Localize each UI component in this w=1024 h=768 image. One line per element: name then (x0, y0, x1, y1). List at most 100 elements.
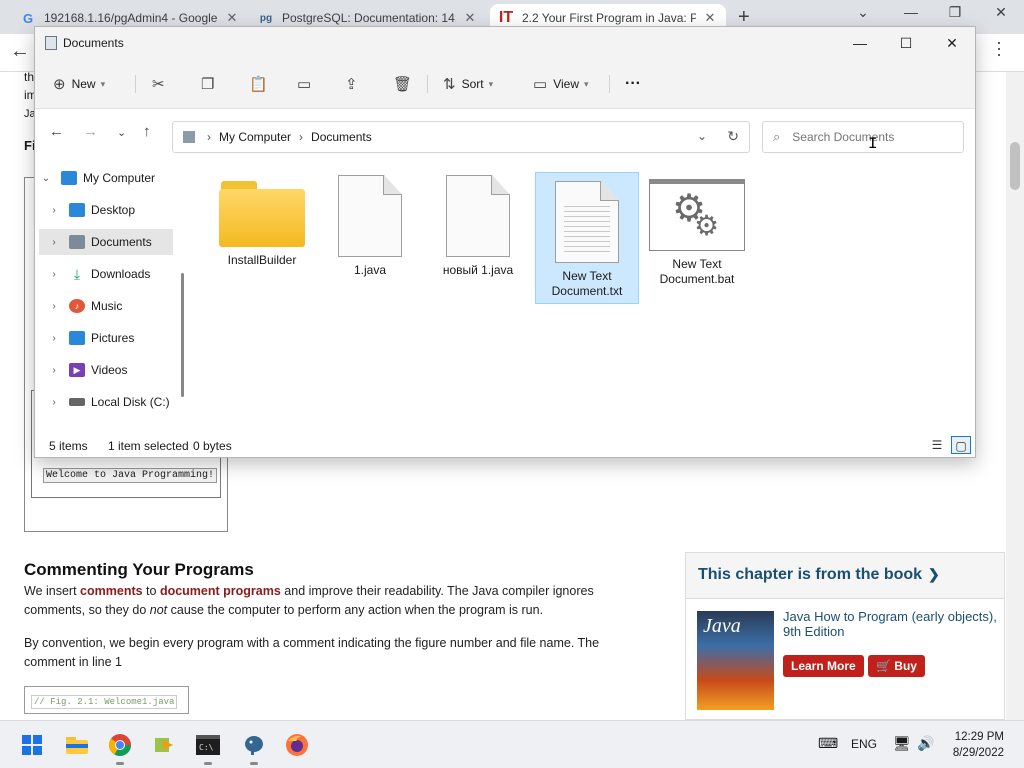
browser-minimize-icon[interactable]: — (896, 4, 926, 20)
minimize-button[interactable]: — (837, 31, 883, 55)
rename-icon: ▭ (297, 76, 312, 93)
maximize-button[interactable]: ☐ (883, 31, 929, 55)
toolbar-divider (609, 75, 610, 93)
breadcrumb-documents[interactable]: Documents (311, 130, 372, 144)
chevron-right-icon[interactable]: › (47, 237, 61, 248)
firefox-icon[interactable] (283, 731, 311, 759)
file-item-new-text-document-bat[interactable]: ⚙ ⚙ New Text Document.bat (645, 167, 749, 297)
book-title-link[interactable]: Java How to Program (early objects), 9th… (783, 609, 998, 639)
file-name: 1.java (353, 263, 387, 277)
close-tab-icon[interactable]: ✕ (224, 10, 240, 26)
search-box[interactable]: ⌕ (762, 121, 964, 153)
svg-text:C:\: C:\ (199, 743, 214, 752)
tree-item-desktop[interactable]: › Desktop (47, 197, 187, 223)
details-view-icon[interactable]: ☰ (927, 436, 947, 454)
network-icon[interactable]: 🖥 (893, 735, 911, 752)
text-run: to (142, 584, 160, 598)
text-emphasis: not (149, 603, 168, 617)
chevron-right-icon[interactable]: › (47, 397, 61, 408)
system-clock[interactable]: 12:29 PM 8/29/2022 (953, 729, 1004, 761)
tree-item-my-computer[interactable]: ⌄ My Computer (39, 165, 179, 191)
address-bar[interactable]: › My Computer › Documents ⌄ ↻ (172, 121, 750, 153)
document-icon (338, 175, 402, 257)
paste-button[interactable]: 📋 (249, 73, 274, 95)
tree-item-label: Desktop (91, 203, 136, 217)
chevron-right-icon[interactable]: › (47, 301, 61, 312)
tree-item-downloads[interactable]: › ⤓ Downloads (47, 261, 187, 287)
delete-button[interactable]: 🗑 (393, 73, 418, 95)
text-run: We insert (24, 584, 81, 598)
language-indicator[interactable]: ENG (851, 737, 877, 751)
learn-more-button[interactable]: Learn More (783, 655, 864, 677)
file-explorer-taskbar-icon[interactable] (63, 731, 91, 759)
cover-text: Java (703, 615, 741, 637)
tab-search-chevron-icon[interactable]: ⌄ (848, 4, 878, 21)
view-button[interactable]: ▭ View ▾ (533, 73, 589, 95)
tree-item-label: Music (91, 299, 123, 313)
browser-restore-icon[interactable]: ❐ (940, 4, 970, 21)
browser-back-icon[interactable]: ← (10, 40, 30, 63)
close-tab-icon[interactable]: ✕ (702, 10, 718, 26)
close-button[interactable]: ✕ (929, 31, 975, 55)
breadcrumb-my-computer[interactable]: My Computer (219, 130, 291, 144)
browser-close-icon[interactable]: ✕ (986, 4, 1016, 21)
tree-item-local-disk[interactable]: › Local Disk (C:) (47, 389, 187, 415)
toolbar-divider (427, 75, 428, 93)
copy-button[interactable]: ❐ (201, 73, 220, 95)
navigation-pane-scrollbar[interactable] (181, 273, 184, 397)
close-tab-icon[interactable]: ✕ (462, 10, 478, 26)
text-fragment: th (24, 72, 35, 84)
tree-item-pictures[interactable]: › Pictures (47, 325, 187, 351)
start-windows-icon[interactable] (18, 731, 46, 759)
refresh-icon[interactable]: ↻ (727, 128, 739, 145)
tree-item-documents[interactable]: › Documents (39, 229, 173, 255)
buy-button[interactable]: 🛒 Buy (868, 655, 925, 677)
chevron-right-icon[interactable]: › (47, 205, 61, 216)
rename-button[interactable]: ▭ (297, 73, 317, 95)
sort-button[interactable]: ⇅ Sort ▾ (443, 73, 493, 95)
back-arrow-icon[interactable]: ← (49, 123, 64, 140)
explorer-title-bar[interactable]: Documents — ☐ ✕ (35, 27, 975, 59)
share-button[interactable]: ⇪ (345, 73, 364, 95)
file-name: InstallBuilder (227, 253, 297, 267)
promo-heading[interactable]: This chapter is from the book ❯ (686, 553, 1004, 599)
file-item-novyi-1-java[interactable]: новый 1.java (426, 167, 530, 297)
volume-icon[interactable]: 🔊 (917, 735, 934, 752)
new-button[interactable]: ⊕ New ▾ (53, 73, 105, 95)
link-comments[interactable]: comments (80, 584, 143, 598)
file-item-installbuilder[interactable]: InstallBuilder (210, 167, 314, 297)
tree-item-videos[interactable]: › ▶ Videos (47, 357, 187, 383)
page-scrollbar[interactable] (1006, 72, 1024, 720)
forward-arrow-icon[interactable]: → (83, 123, 98, 140)
chevron-right-icon[interactable]: › (47, 269, 61, 280)
scrollbar-thumb[interactable] (1010, 142, 1020, 190)
chevron-right-icon[interactable]: › (47, 365, 61, 376)
chevron-down-icon[interactable]: ⌄ (39, 173, 53, 184)
file-name: новый 1.java (442, 263, 514, 277)
book-cover-image[interactable]: Java (697, 611, 774, 710)
chevron-down-icon: ❯ (928, 566, 940, 582)
installer-arrow-icon[interactable] (150, 731, 178, 759)
recent-locations-chevron-icon[interactable]: ⌄ (117, 126, 126, 139)
tab-title: 2.2 Your First Program in Java: Pr (522, 11, 696, 25)
link-document-programs[interactable]: document programs (160, 584, 281, 598)
see-more-button[interactable]: ··· (625, 73, 641, 95)
item-count: 5 items (49, 439, 88, 453)
promo-heading-text: This chapter is from the book (698, 566, 923, 583)
tab-title: 192168.1.16/pgAdmin4 - Google (44, 11, 218, 25)
browser-menu-icon[interactable]: ··· (989, 40, 1010, 58)
chrome-icon[interactable] (106, 731, 134, 765)
address-history-chevron-icon[interactable]: ⌄ (697, 129, 707, 143)
up-arrow-icon[interactable]: ↑ (143, 123, 151, 140)
sort-label: Sort (461, 77, 484, 91)
file-item-new-text-document-txt[interactable]: New Text Document.txt (535, 172, 639, 304)
terminal-icon[interactable]: C:\ (194, 731, 222, 765)
cut-button[interactable]: ✂ (152, 73, 171, 95)
pgadmin-elephant-icon[interactable] (240, 731, 268, 765)
scissors-icon: ✂ (152, 76, 165, 93)
tree-item-music[interactable]: › ♪ Music (47, 293, 187, 319)
file-item-1-java[interactable]: 1.java (318, 167, 422, 297)
chevron-right-icon[interactable]: › (47, 333, 61, 344)
large-icons-view-icon[interactable]: ▢ (951, 436, 971, 454)
keyboard-icon[interactable]: ⌨ (818, 735, 838, 752)
